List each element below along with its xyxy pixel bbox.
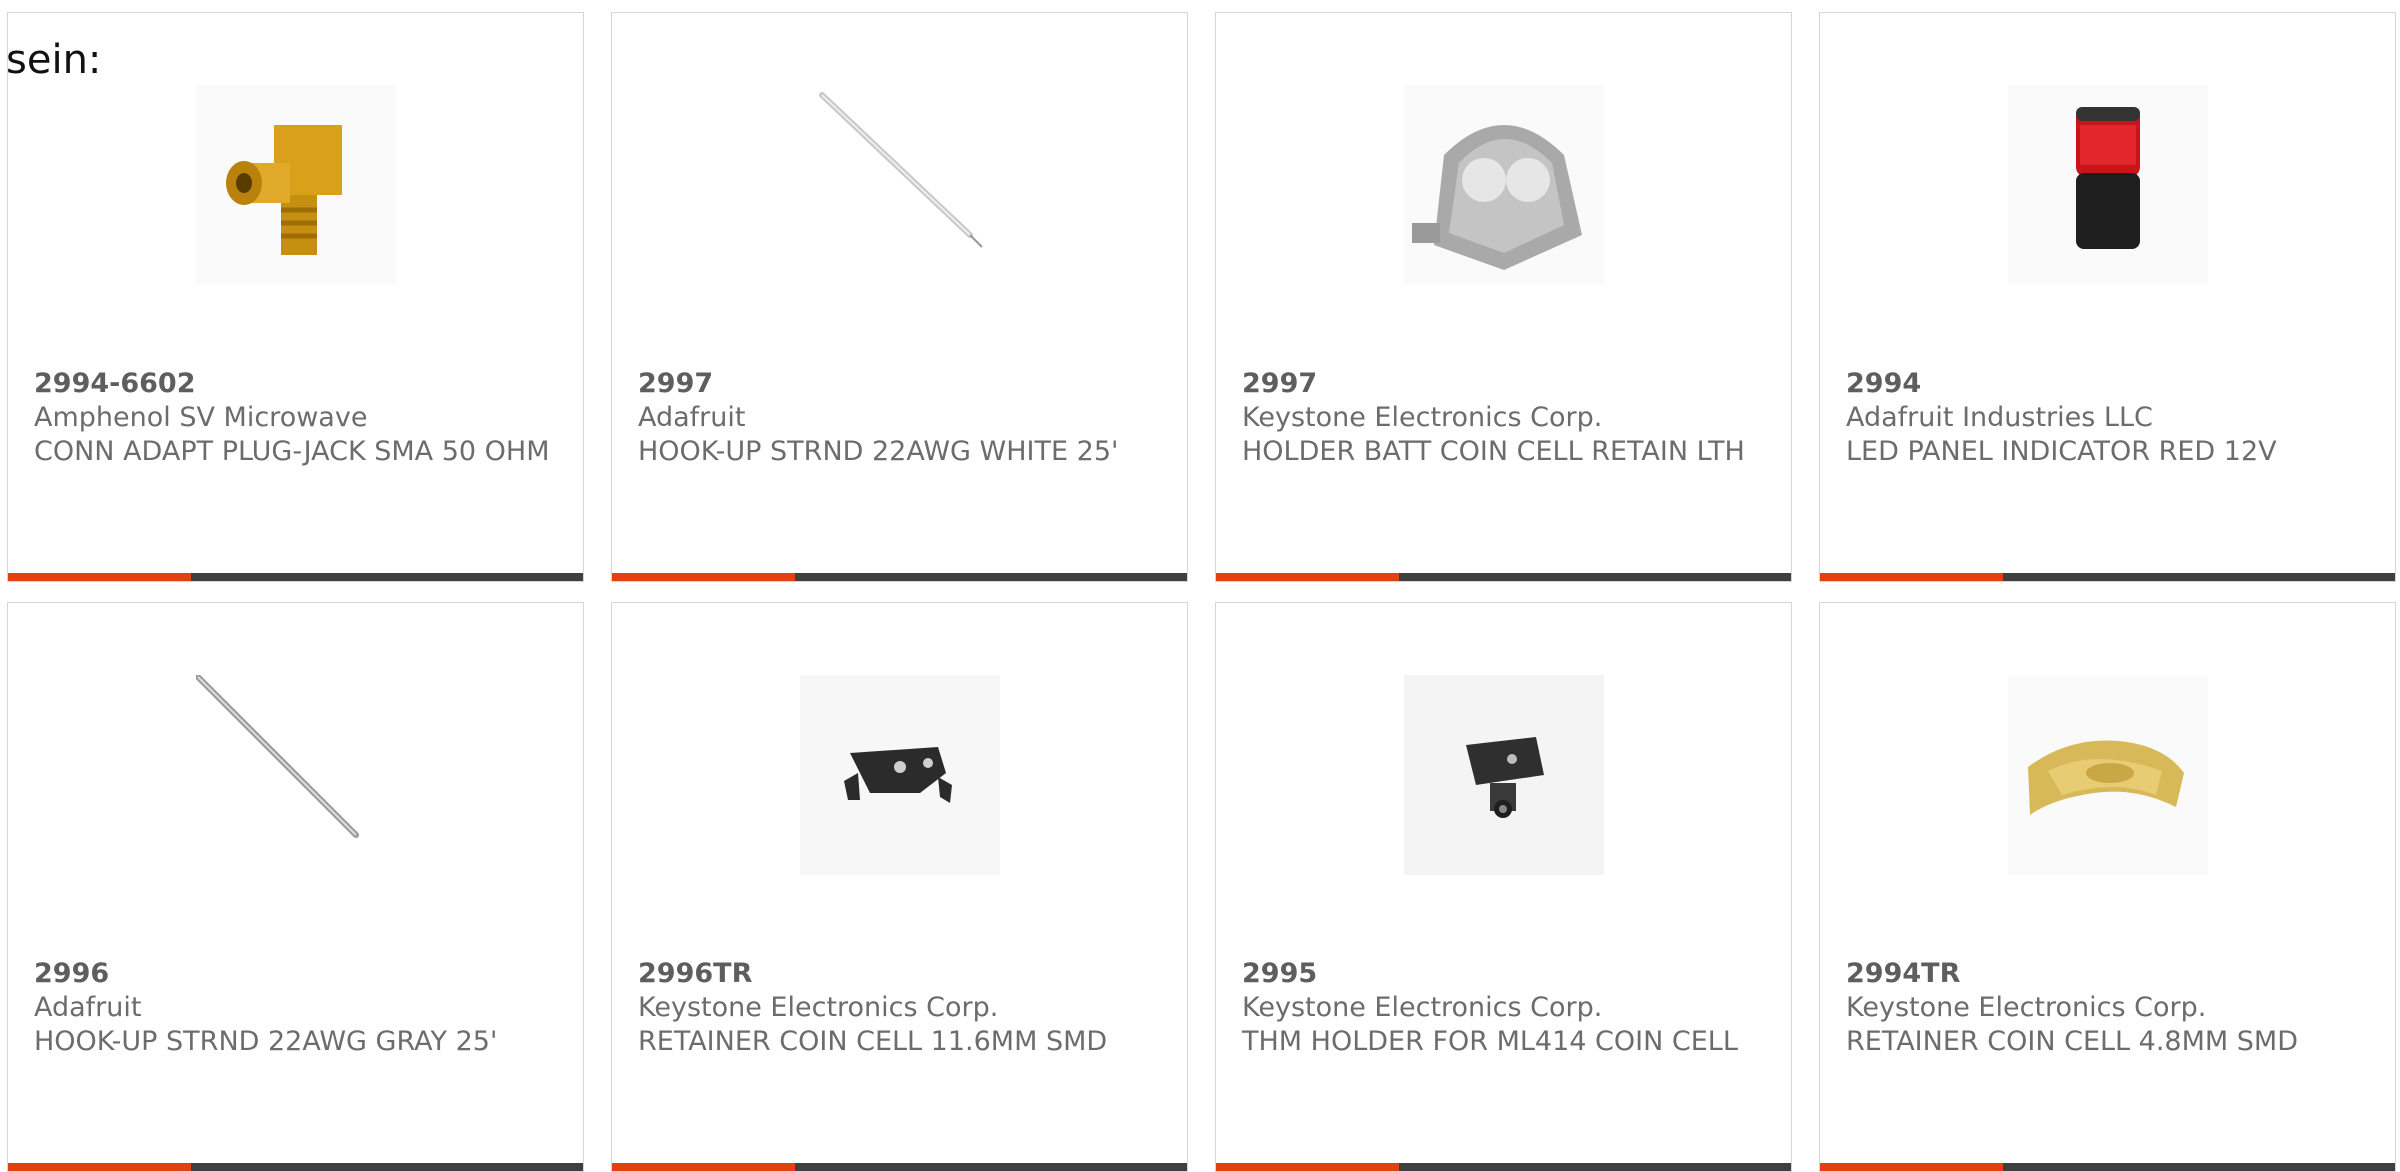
description: LED PANEL INDICATOR RED 12V <box>1846 436 2277 467</box>
manufacturer: Keystone Electronics Corp. <box>1846 992 2207 1023</box>
wire-icon <box>195 675 396 875</box>
card-bar <box>8 573 583 581</box>
part-number[interactable]: 2996TR <box>638 957 1167 991</box>
part-number[interactable]: 2995 <box>1242 957 1771 991</box>
card-bar <box>1216 573 1791 581</box>
part-number[interactable]: 2996 <box>34 957 563 991</box>
part-number[interactable]: 2997 <box>638 367 1167 401</box>
retainer-icon <box>799 675 1000 875</box>
sma-adapter-icon <box>195 85 396 285</box>
product-card[interactable]: 2994TR Keystone Electronics Corp. RETAIN… <box>1819 602 2396 1172</box>
description: CONN ADAPT PLUG-JACK SMA 50 OHM <box>34 436 550 467</box>
product-card[interactable]: 2994-6602 Amphenol SV Microwave CONN ADA… <box>7 12 584 582</box>
card-bar-accent <box>1820 1163 2003 1171</box>
manufacturer: Adafruit Industries LLC <box>1846 402 2153 433</box>
manufacturer: Amphenol SV Microwave <box>34 402 368 433</box>
product-card[interactable]: 2994 Adafruit Industries LLC LED PANEL I… <box>1819 12 2396 582</box>
description: HOLDER BATT COIN CELL RETAIN LTH <box>1242 436 1745 467</box>
card-bar-accent <box>1820 573 2003 581</box>
part-number[interactable]: 2994TR <box>1846 957 2375 991</box>
part-number[interactable]: 2997 <box>1242 367 1771 401</box>
thm-holder-icon <box>1403 675 1604 875</box>
product-card[interactable]: 2995 Keystone Electronics Corp. THM HOLD… <box>1215 602 1792 1172</box>
card-bar <box>612 1163 1187 1171</box>
manufacturer: Adafruit <box>638 402 746 433</box>
card-bar <box>1820 573 2395 581</box>
manufacturer: Keystone Electronics Corp. <box>1242 992 1603 1023</box>
description: THM HOLDER FOR ML414 COIN CELL <box>1242 1026 1738 1057</box>
card-bar <box>1820 1163 2395 1171</box>
manufacturer: Keystone Electronics Corp. <box>638 992 999 1023</box>
card-bar <box>612 573 1187 581</box>
card-bar-accent <box>8 573 191 581</box>
description: RETAINER COIN CELL 4.8MM SMD <box>1846 1026 2299 1057</box>
part-number[interactable]: 2994-6602 <box>34 367 563 401</box>
product-card[interactable]: 2997 Adafruit HOOK-UP STRND 22AWG WHITE … <box>611 12 1188 582</box>
description: RETAINER COIN CELL 11.6MM SMD <box>638 1026 1108 1057</box>
card-bar-accent <box>612 1163 795 1171</box>
card-bar-accent <box>1216 1163 1399 1171</box>
product-card[interactable]: 2996TR Keystone Electronics Corp. RETAIN… <box>611 602 1188 1172</box>
product-card[interactable]: 2996 Adafruit HOOK-UP STRND 22AWG GRAY 2… <box>7 602 584 1172</box>
card-bar-accent <box>8 1163 191 1171</box>
card-bar <box>8 1163 583 1171</box>
wire-icon <box>799 85 1000 285</box>
card-bar-accent <box>612 573 795 581</box>
description: HOOK-UP STRND 22AWG WHITE 25' <box>638 436 1119 467</box>
part-number[interactable]: 2994 <box>1846 367 2375 401</box>
page-heading-fragment: sein: <box>6 37 102 83</box>
card-bar <box>1216 1163 1791 1171</box>
manufacturer: Keystone Electronics Corp. <box>1242 402 1603 433</box>
card-bar-accent <box>1216 573 1399 581</box>
manufacturer: Adafruit <box>34 992 142 1023</box>
led-indicator-icon <box>2007 85 2208 285</box>
description: HOOK-UP STRND 22AWG GRAY 25' <box>34 1026 498 1057</box>
product-grid: 2994-6602 Amphenol SV Microwave CONN ADA… <box>0 0 2400 1172</box>
product-card[interactable]: 2997 Keystone Electronics Corp. HOLDER B… <box>1215 12 1792 582</box>
coin-holder-icon <box>1403 85 1604 285</box>
gold-retainer-icon <box>2007 675 2208 875</box>
